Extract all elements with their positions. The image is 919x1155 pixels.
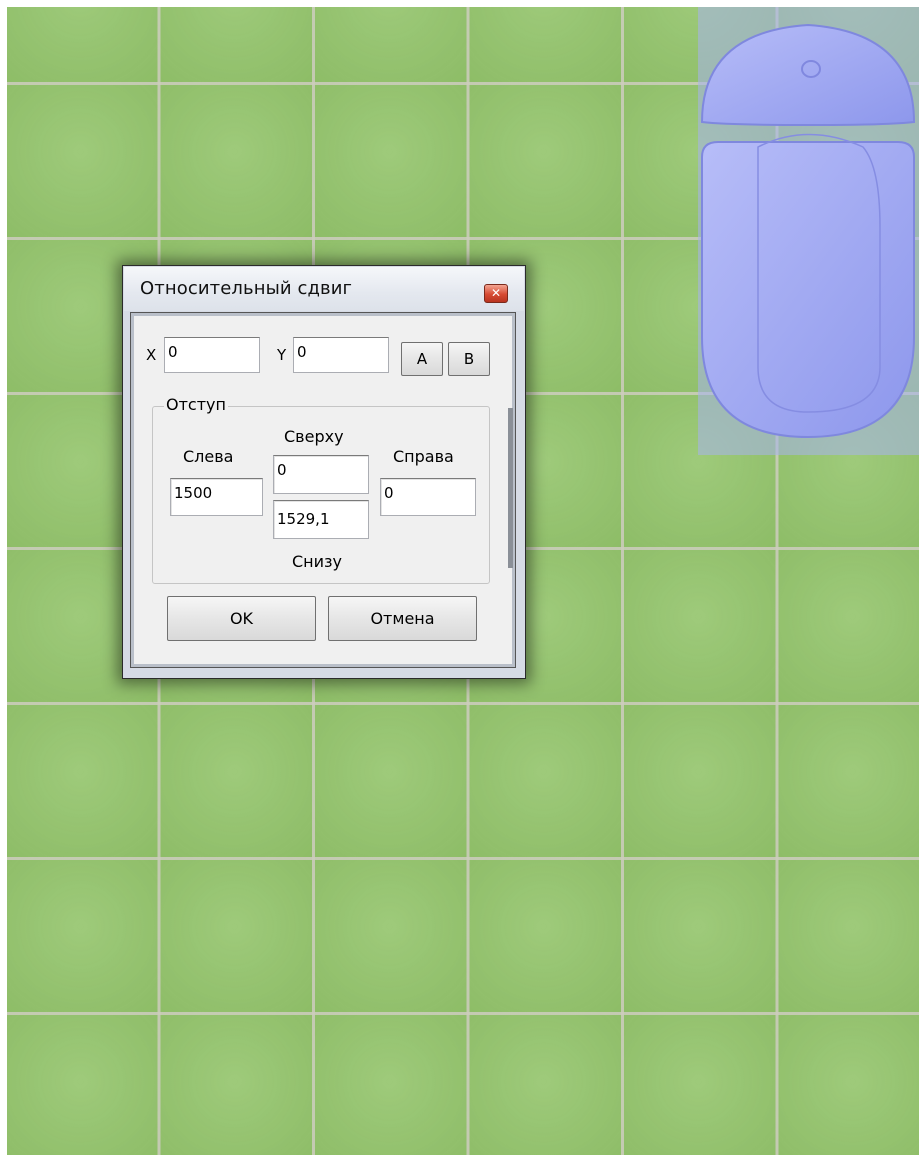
bottom-label: Снизу bbox=[292, 552, 343, 571]
right-offset-input[interactable]: 0 bbox=[380, 478, 476, 516]
ok-button[interactable]: OK bbox=[167, 596, 316, 641]
dialog-titlebar[interactable]: Относительный сдвиг ✕ bbox=[124, 267, 524, 311]
bottom-offset-input[interactable]: 1529,1 bbox=[273, 500, 369, 539]
offset-group-title: Отступ bbox=[164, 395, 228, 414]
top-offset-input[interactable]: 0 bbox=[273, 455, 369, 494]
x-input[interactable]: 0 bbox=[164, 337, 260, 373]
relative-shift-dialog: Относительный сдвиг ✕ X 0 Y 0 A B Отступ… bbox=[122, 265, 526, 679]
dialog-frame: X 0 Y 0 A B Отступ Сверху Слева Справа 1… bbox=[130, 312, 516, 668]
toilet-object[interactable] bbox=[698, 7, 919, 455]
b-button[interactable]: B bbox=[448, 342, 490, 376]
right-label: Справа bbox=[393, 447, 454, 466]
a-button[interactable]: A bbox=[401, 342, 443, 376]
left-offset-input[interactable]: 1500 bbox=[170, 478, 263, 516]
offset-groupbox: Отступ Сверху Слева Справа 1500 0 0 1529… bbox=[152, 395, 490, 584]
y-label: Y bbox=[277, 346, 287, 364]
left-label: Слева bbox=[183, 447, 234, 466]
frame-edge bbox=[508, 408, 513, 568]
dialog-title: Относительный сдвиг bbox=[140, 278, 353, 299]
x-label: X bbox=[146, 346, 157, 364]
close-button[interactable]: ✕ bbox=[484, 284, 508, 303]
dialog-client-area: X 0 Y 0 A B Отступ Сверху Слева Справа 1… bbox=[134, 316, 513, 664]
top-label: Сверху bbox=[284, 427, 344, 446]
cancel-button[interactable]: Отмена bbox=[328, 596, 477, 641]
y-input[interactable]: 0 bbox=[293, 337, 389, 373]
close-icon: ✕ bbox=[490, 286, 502, 300]
